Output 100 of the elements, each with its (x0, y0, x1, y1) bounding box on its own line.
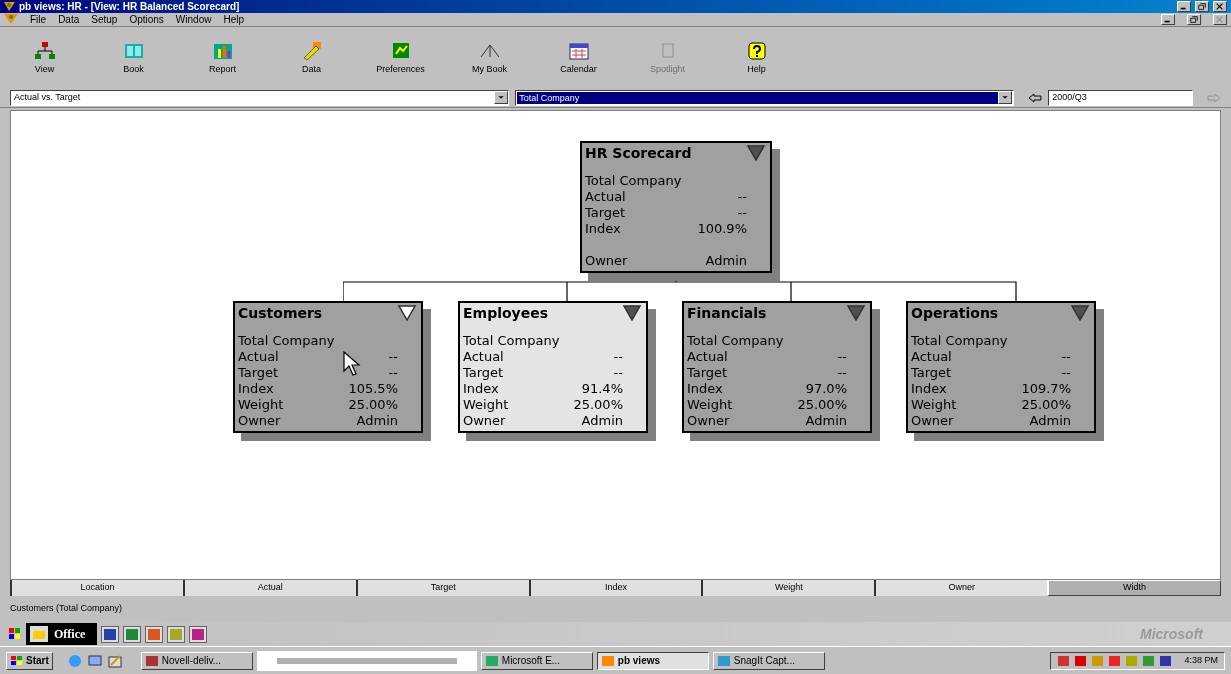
menu-item[interactable]: Data (58, 14, 80, 25)
app-logo-icon (4, 14, 18, 25)
view-dropdown[interactable]: Actual vs. Target (10, 89, 510, 106)
metric-value: 25.00% (797, 397, 847, 413)
metric-value: Admin (705, 253, 747, 269)
metric-label: Actual (585, 189, 626, 205)
metric-value: Admin (356, 413, 398, 429)
metric-label: Actual (463, 349, 504, 365)
toolbar-button[interactable]: Help (712, 41, 801, 74)
taskbar-button[interactable]: SnagIt Capt... (712, 651, 825, 670)
menu-item[interactable]: File (30, 14, 47, 25)
metric-value: 25.00% (1021, 397, 1071, 413)
menu-item[interactable]: Window (175, 14, 212, 25)
status-text: Customers (Total Company) (10, 602, 123, 616)
metric-label: Index (238, 381, 274, 397)
metric-label: Target (687, 365, 728, 381)
metric-value: 91.4% (581, 381, 623, 397)
desktop-icon[interactable] (86, 652, 103, 669)
toolbar-button[interactable]: Data (267, 41, 356, 74)
node-location: Total Company (463, 333, 560, 349)
minimize-icon[interactable] (1177, 1, 1191, 12)
metric-label: Index (687, 381, 723, 397)
start-button[interactable]: Start (6, 651, 53, 670)
metric-value: -- (388, 349, 398, 365)
office-app-icon[interactable] (101, 625, 120, 643)
toolbar-button[interactable]: Calendar (534, 41, 623, 74)
tray-icon[interactable] (1159, 654, 1173, 667)
scorecard-node[interactable]: Financials Total Company Actual -- Target -- Index 97.0% Weight 25.00% Owner Admin (682, 301, 872, 433)
metric-label: Index (463, 381, 499, 397)
metric-label: Weight (687, 397, 733, 413)
scorecard-node[interactable]: Operations Total Company Actual -- Target -- Index 109.7% Weight 25.00% Owner Admin (906, 301, 1096, 433)
app-icon (144, 654, 159, 667)
pen-icon[interactable] (106, 652, 123, 669)
period-field[interactable]: 2000/Q3 (1048, 89, 1194, 106)
close-icon[interactable] (1213, 14, 1227, 25)
minimize-icon[interactable] (1161, 14, 1175, 25)
office-app-icon[interactable] (167, 625, 186, 643)
left-arrow-icon[interactable] (1028, 92, 1043, 103)
toolbar-button[interactable]: Report (178, 41, 267, 74)
tray-icon[interactable] (1057, 654, 1071, 667)
column-header[interactable]: Width (1047, 580, 1221, 596)
metric-value: -- (837, 349, 847, 365)
dropdown-triangle-icon[interactable] (396, 305, 418, 321)
app-icon (716, 654, 731, 667)
windows-logo-icon (10, 654, 24, 667)
column-header[interactable]: Weight (701, 580, 875, 596)
column-header[interactable]: Actual (182, 580, 356, 596)
column-header[interactable]: Owner (874, 580, 1048, 596)
menu-item[interactable]: Setup (91, 14, 118, 25)
metric-label: Owner (585, 253, 628, 269)
hierarchy-icon (33, 41, 56, 61)
taskbar-button[interactable]: pb views (596, 651, 709, 670)
toolbar-button[interactable]: View (0, 41, 89, 74)
office-app-icon[interactable] (189, 625, 208, 643)
restore-icon[interactable] (1187, 14, 1201, 25)
metric-value: -- (837, 365, 847, 381)
column-header[interactable]: Index (528, 580, 702, 596)
metric-value: 25.00% (573, 397, 623, 413)
node-title: HR Scorecard (585, 145, 692, 161)
office-label: Office (54, 626, 86, 643)
scorecard-node[interactable]: HR Scorecard Total Company Actual -- Target -- Index 100.9% Owner Admin (580, 141, 772, 273)
close-icon[interactable] (1213, 1, 1227, 12)
windows-logo-icon (8, 627, 22, 641)
office-app-icon[interactable] (123, 625, 142, 643)
window-title: pb views: HR - [View: HR Balanced Scorecard] (19, 1, 240, 12)
taskbar-button[interactable]: Novell-deliv... (140, 651, 253, 670)
metric-value: 97.0% (805, 381, 847, 397)
metric-label: Actual (687, 349, 728, 365)
location-dropdown[interactable]: Total Company (515, 89, 1015, 106)
scorecard-node[interactable]: Customers Total Company Actual -- Target -- Index 105.5% Weight 25.00% Owner Admin (233, 301, 423, 433)
metric-value: Admin (1029, 413, 1071, 429)
metric-label: Actual (238, 349, 279, 365)
tray-icon[interactable] (1074, 654, 1088, 667)
dropdown-triangle-icon[interactable] (621, 305, 643, 321)
metric-value: -- (388, 365, 398, 381)
column-header[interactable]: Location (10, 580, 183, 596)
metric-label: Target (585, 205, 626, 221)
metric-label: Index (585, 221, 621, 237)
column-header[interactable]: Target (355, 580, 529, 596)
menu-item[interactable]: Options (129, 14, 164, 25)
metric-value: 109.7% (1021, 381, 1071, 397)
metric-value: 100.9% (697, 221, 747, 237)
node-location: Total Company (585, 173, 682, 189)
toolbar-button[interactable]: Book (89, 41, 178, 74)
toolbar-button[interactable]: Preferences (356, 41, 445, 74)
scorecard-node[interactable]: Employees Total Company Actual -- Target -- Index 91.4% Weight 25.00% Owner Admin (458, 301, 648, 433)
node-title: Customers (238, 305, 323, 321)
node-location: Total Company (911, 333, 1008, 349)
metric-label: Weight (463, 397, 509, 413)
metric-value: -- (737, 205, 747, 221)
metric-label: Owner (911, 413, 954, 429)
taskbar-button[interactable]: Microsoft E... (480, 651, 593, 670)
metric-value: -- (613, 349, 623, 365)
office-app-icon[interactable] (145, 625, 164, 643)
restore-icon[interactable] (1195, 1, 1209, 12)
menu-item[interactable]: Help (223, 14, 244, 25)
help-icon (745, 41, 768, 61)
metric-value: -- (1061, 365, 1071, 381)
metric-label: Target (238, 365, 279, 381)
toolbar-button[interactable]: My Book (445, 41, 534, 74)
